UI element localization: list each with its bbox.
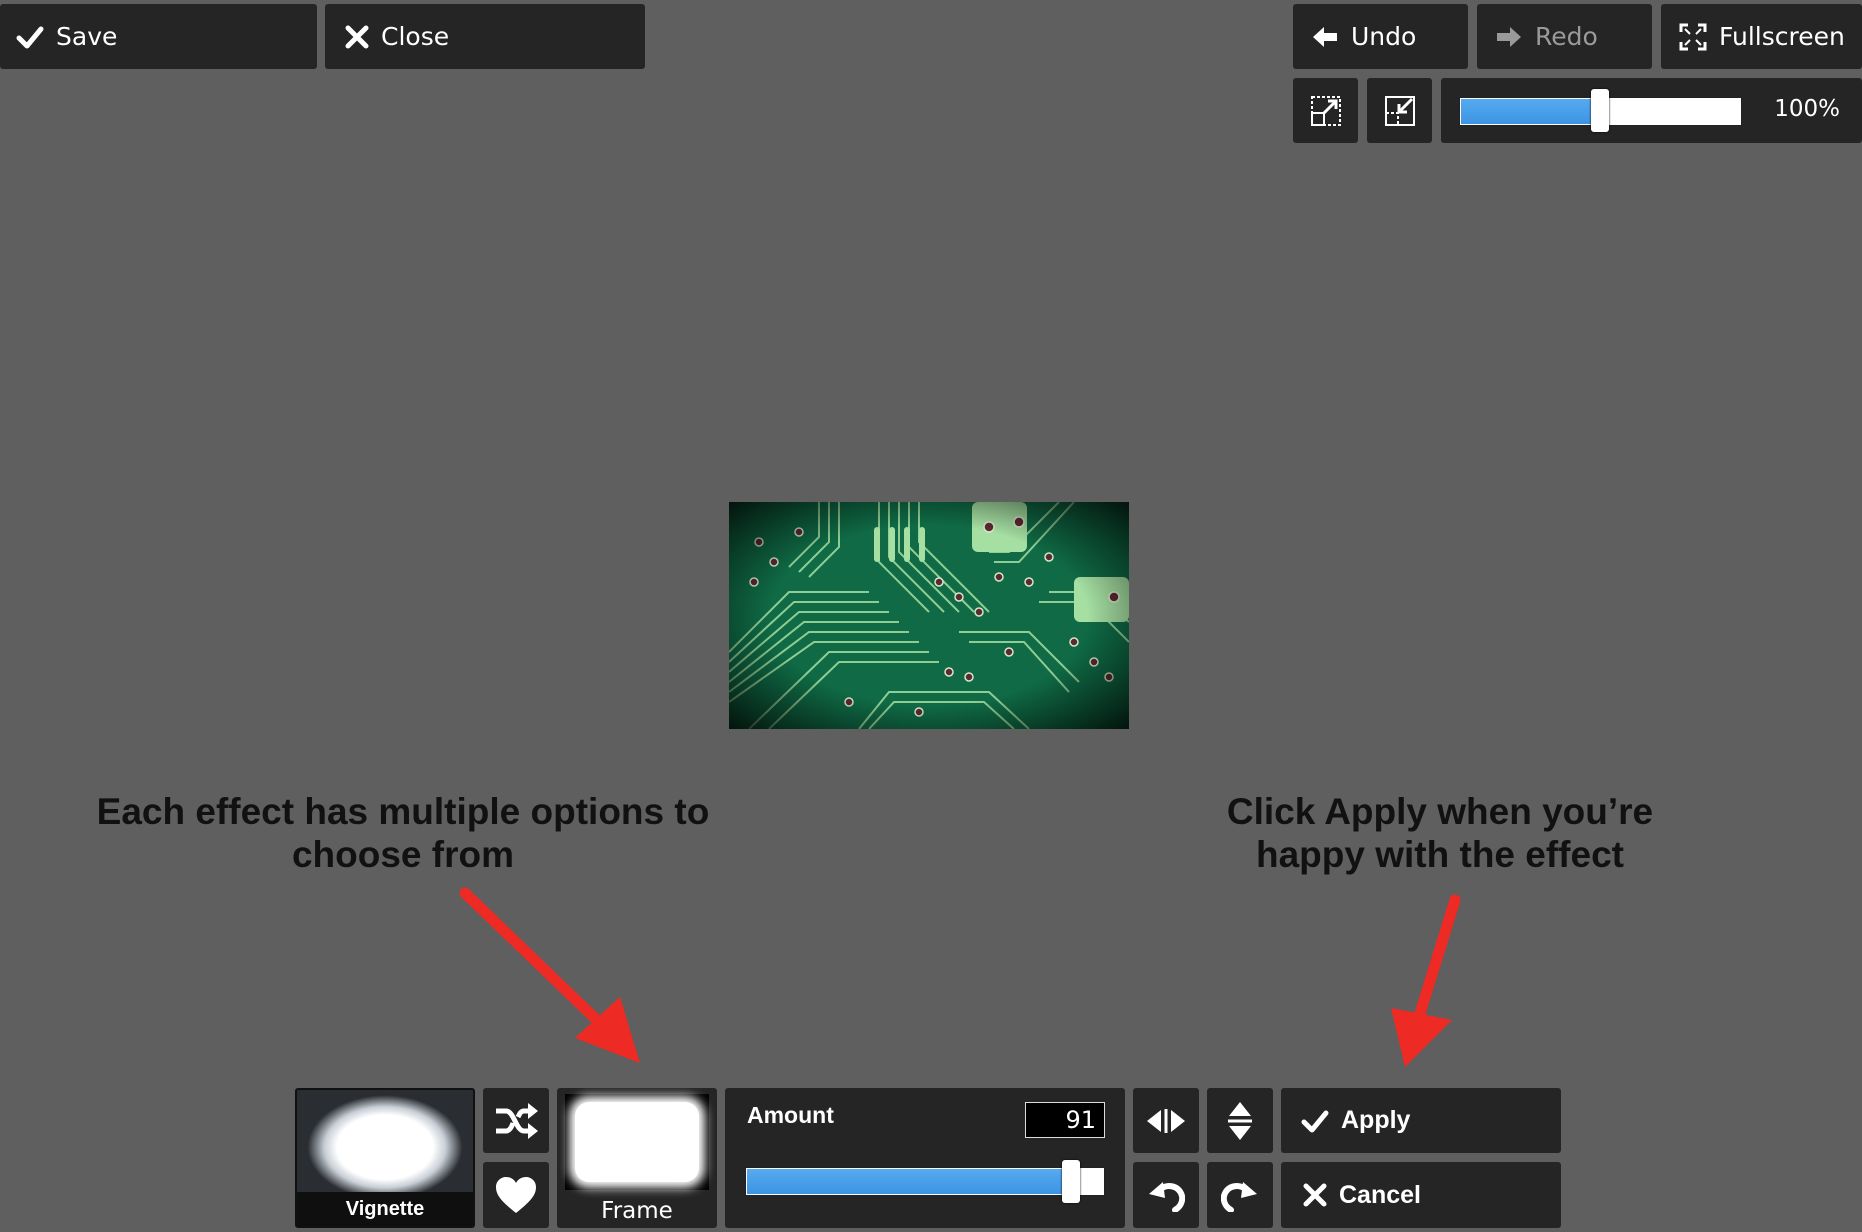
amount-value-field[interactable]: 91 [1025, 1102, 1105, 1138]
apply-button[interactable]: Apply [1281, 1088, 1561, 1153]
close-icon [1303, 1183, 1327, 1207]
rotate-right-button[interactable] [1207, 1162, 1273, 1228]
annotation-arrow-left [459, 887, 640, 1063]
effect-frame[interactable]: Frame [557, 1088, 717, 1228]
amount-value: 91 [1065, 1106, 1096, 1134]
annotation-arrow-right [1391, 894, 1461, 1067]
effect-vignette-label: Vignette [297, 1192, 473, 1226]
cancel-button[interactable]: Cancel [1281, 1162, 1561, 1228]
rotate-left-button[interactable] [1133, 1162, 1199, 1228]
apply-label: Apply [1341, 1106, 1411, 1134]
amount-panel: Amount 91 [725, 1088, 1125, 1228]
amount-label: Amount [747, 1102, 834, 1128]
flip-vertical-button[interactable] [1207, 1088, 1273, 1153]
annotation-arrows [459, 887, 1461, 1067]
shuffle-icon [494, 1102, 538, 1139]
rotate-right-icon [1221, 1178, 1259, 1212]
amount-slider-fill [747, 1169, 1073, 1194]
rotate-left-icon [1147, 1178, 1185, 1212]
frame-thumbnail [565, 1094, 709, 1190]
flip-horizontal-icon [1146, 1107, 1186, 1135]
flip-vertical-icon [1226, 1101, 1254, 1141]
amount-slider-handle[interactable] [1062, 1160, 1080, 1203]
vignette-thumbnail [297, 1090, 473, 1194]
effect-vignette[interactable]: Vignette [295, 1088, 475, 1228]
heart-icon [495, 1176, 537, 1214]
check-icon [1301, 1109, 1329, 1133]
effect-frame-label: Frame [601, 1198, 673, 1224]
favorite-button[interactable] [483, 1162, 549, 1228]
shuffle-button[interactable] [483, 1088, 549, 1153]
amount-slider[interactable] [745, 1167, 1105, 1196]
cancel-label: Cancel [1339, 1180, 1421, 1209]
flip-horizontal-button[interactable] [1133, 1088, 1199, 1153]
